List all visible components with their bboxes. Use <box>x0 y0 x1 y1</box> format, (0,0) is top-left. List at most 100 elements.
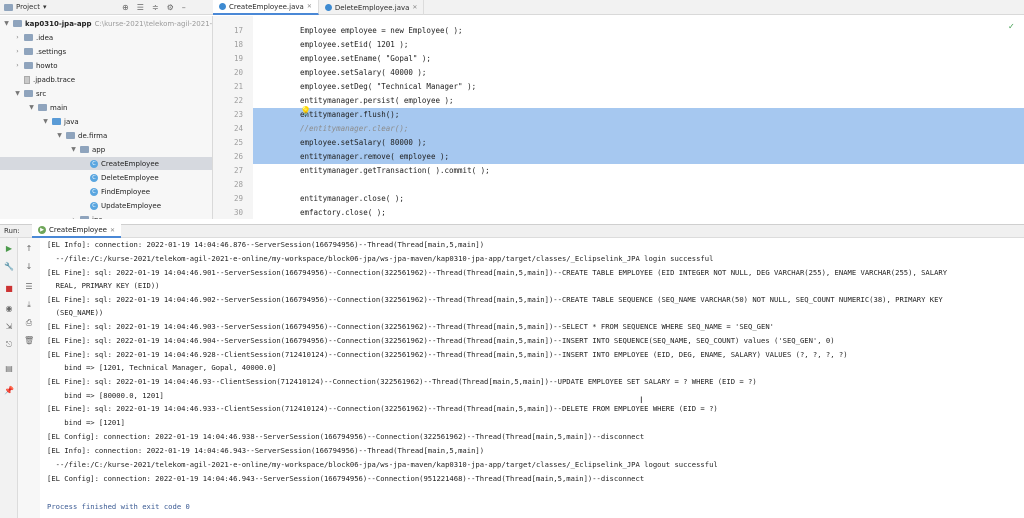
code-editor[interactable]: Employee employee = new Employee( ); emp… <box>253 16 1024 219</box>
tree-item-idea[interactable]: › .idea <box>14 31 53 44</box>
project-folder-icon <box>4 3 13 11</box>
arrow-up-icon[interactable]: ↑ <box>24 244 34 254</box>
line-number: 24 <box>233 124 243 133</box>
tree-item-main[interactable]: ▼ main <box>28 101 68 114</box>
close-icon[interactable]: ✕ <box>412 4 417 11</box>
project-label: Project <box>16 3 40 11</box>
console-line: bind => [80000.0, 1201] <box>47 391 164 400</box>
rerun-icon[interactable]: ▶ <box>4 244 14 254</box>
tree-item-label: .settings <box>36 47 67 56</box>
source-folder-icon <box>52 118 61 125</box>
tree-root-name: kap0310-jpa-app <box>25 19 92 28</box>
tree-item-label: .idea <box>36 33 54 42</box>
line-number: 19 <box>233 54 243 63</box>
close-icon[interactable]: ✕ <box>307 3 312 10</box>
tree-item-delete-employee[interactable]: C DeleteEmployee <box>90 171 159 184</box>
line-number: 27 <box>233 166 243 175</box>
line-number: 29 <box>233 194 243 203</box>
line-number: 30 <box>233 208 243 217</box>
java-class-icon: C <box>90 159 98 168</box>
tree-item-label: DeleteEmployee <box>101 173 159 182</box>
gear-icon[interactable]: ⚙ <box>167 3 174 12</box>
chevron-right-icon: › <box>16 62 19 69</box>
tree-item-label: de.firma <box>78 131 108 140</box>
stop-icon[interactable]: ■ <box>4 284 14 294</box>
scroll-to-end-icon[interactable]: ⤓ <box>24 300 34 310</box>
chevron-down-icon: ▾ <box>42 3 47 11</box>
tree-item-jpa[interactable]: › jpa <box>70 213 103 219</box>
folder-icon <box>24 48 33 55</box>
project-view-dropdown[interactable]: Project ▾ <box>0 3 70 11</box>
tree-item-settings[interactable]: › .settings <box>14 45 66 58</box>
pushpin-icon[interactable]: 📌 <box>4 386 14 396</box>
run-tab-create-employee[interactable]: ▶ CreateEmployee ✕ <box>32 224 121 238</box>
expand-all-icon[interactable]: ☰ <box>137 3 144 12</box>
code-line-selected: employee.setSalary( 80000 ); <box>253 136 1024 150</box>
tree-item-jpadb-trace[interactable]: .jpadb.trace <box>24 73 75 86</box>
wrench-icon[interactable]: 🔧 <box>4 262 14 272</box>
java-class-icon <box>219 3 226 10</box>
inspection-ok-icon[interactable]: ✓ <box>1008 22 1015 31</box>
close-icon[interactable]: ✕ <box>110 227 115 234</box>
chevron-down-icon: ▼ <box>71 146 76 153</box>
chevron-right-icon: › <box>70 216 77 219</box>
camera-icon[interactable]: ◉ <box>4 304 14 314</box>
chevron-down-icon: ▼ <box>57 132 62 139</box>
console-line: --/file:/C:/kurse-2021/telekom-agil-2021… <box>47 460 718 469</box>
console-output[interactable]: [EL Info]: connection: 2022-01-19 14:04:… <box>40 238 1024 518</box>
console-line: [EL Fine]: sql: 2022-01-19 14:04:46.93--… <box>47 377 757 386</box>
console-line: [EL Fine]: sql: 2022-01-19 14:04:46.902-… <box>47 295 943 304</box>
code-line: emfactory.close( ); <box>300 208 386 217</box>
arrow-down-icon[interactable]: ↓ <box>24 262 34 272</box>
intention-bulb-icon[interactable]: 💡 <box>300 107 311 117</box>
collapse-all-icon[interactable]: ≑ <box>152 3 159 12</box>
code-line: entitymanager.close( ); <box>300 194 404 203</box>
trash-icon[interactable]: 🗑 <box>24 336 34 346</box>
text-cursor-icon: I <box>640 396 643 406</box>
tree-item-update-employee[interactable]: C UpdateEmployee <box>90 199 161 212</box>
tab-delete-employee[interactable]: DeleteEmployee.java ✕ <box>319 0 425 15</box>
chevron-down-icon: ▼ <box>15 90 20 97</box>
console-line: REAL, PRIMARY KEY (EID)) <box>47 281 160 290</box>
tree-root[interactable]: ▼ kap0310-jpa-app C:\kurse-2021\telekom-… <box>3 17 213 30</box>
chevron-right-icon: › <box>16 48 19 55</box>
tree-item-java[interactable]: ▼ java <box>42 115 78 128</box>
line-number: 20 <box>233 68 243 77</box>
code-line: employee.setDeg( "Technical Manager" ); <box>300 82 477 91</box>
run-config-icon: ▶ <box>38 226 46 234</box>
restore-layout-icon[interactable]: ⇲ <box>4 322 14 332</box>
tab-label: CreateEmployee.java <box>229 2 304 11</box>
run-tab-label: CreateEmployee <box>49 226 107 234</box>
pin-icon[interactable]: ▤ <box>4 364 14 374</box>
tab-create-employee[interactable]: CreateEmployee.java ✕ <box>213 0 319 15</box>
tree-item-find-employee[interactable]: C FindEmployee <box>90 185 150 198</box>
run-panel-header: Run: ▶ CreateEmployee ✕ <box>0 224 1024 238</box>
code-line: entitymanager.persist( employee ); <box>300 96 454 105</box>
java-class-icon <box>324 4 332 11</box>
console-line: [EL Config]: connection: 2022-01-19 14:0… <box>47 474 645 483</box>
line-number: 21 <box>233 82 243 91</box>
exit-icon[interactable]: ⎋ <box>4 340 14 350</box>
print-icon[interactable]: ⎙ <box>24 318 34 328</box>
chevron-down-icon: ▼ <box>4 20 9 27</box>
console-line: bind => [1201, Technical Manager, Gopal,… <box>47 363 277 372</box>
soft-wrap-icon[interactable]: ☰ <box>24 282 34 292</box>
tree-item-app[interactable]: ▼ app <box>70 143 105 156</box>
tree-item-label: main <box>50 103 68 112</box>
folder-icon <box>24 90 33 97</box>
tree-item-howto[interactable]: › howto <box>14 59 57 72</box>
console-exit-line: Process finished with exit code 0 <box>47 502 190 511</box>
locate-icon[interactable]: ⊕ <box>122 3 129 12</box>
tree-root-path: C:\kurse-2021\telekom-agil-2021-e-onl <box>94 19 213 28</box>
java-class-icon: C <box>90 201 98 210</box>
package-icon <box>66 132 75 139</box>
tree-item-create-employee[interactable]: C CreateEmployee <box>0 157 212 170</box>
tree-item-src[interactable]: ▼ src <box>14 87 46 100</box>
minimize-icon[interactable]: – <box>182 3 186 12</box>
line-number: 28 <box>233 180 243 189</box>
code-line: entitymanager.getTransaction( ).commit( … <box>300 166 490 175</box>
code-line-selected: entitymanager.flush(); <box>253 108 1024 122</box>
tree-item-de-firma[interactable]: ▼ de.firma <box>56 129 107 142</box>
tree-item-label: FindEmployee <box>101 187 151 196</box>
